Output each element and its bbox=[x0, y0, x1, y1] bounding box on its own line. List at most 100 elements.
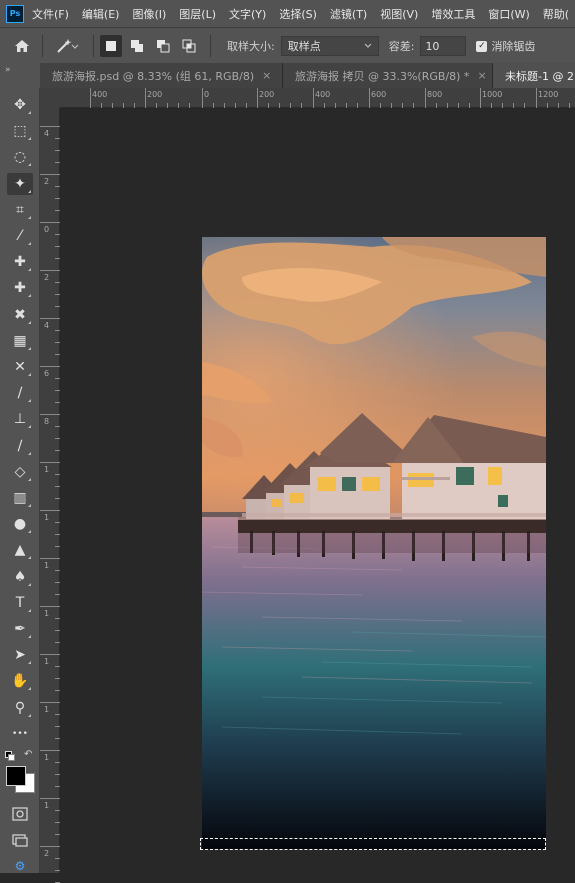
blur-tool-button[interactable]: ● bbox=[7, 513, 33, 535]
toolbar-collapse[interactable]: » bbox=[0, 63, 40, 88]
brush-tool-button[interactable]: ∕ bbox=[7, 382, 33, 404]
clone-stamp-tool-button[interactable]: ⊥ bbox=[7, 408, 33, 430]
close-icon[interactable]: × bbox=[477, 69, 486, 82]
menu-window[interactable]: 窗口(W) bbox=[488, 6, 529, 22]
antialias-checkbox[interactable]: ✓ bbox=[476, 40, 488, 52]
hand-tool-button[interactable]: ✋ bbox=[7, 670, 33, 692]
patch-tool-button[interactable]: ✖ bbox=[7, 304, 33, 326]
gradient-tool-icon: ▥ bbox=[13, 490, 27, 506]
tab-document-3[interactable]: 未标题-1 @ 27 bbox=[493, 63, 575, 88]
type-tool-button[interactable]: T bbox=[7, 592, 33, 614]
type-tool-icon: T bbox=[15, 594, 25, 611]
ruler-origin[interactable] bbox=[40, 88, 60, 108]
menu-filter[interactable]: 滤镜(T) bbox=[330, 6, 367, 22]
lasso-tool-icon: ◌ bbox=[13, 149, 27, 166]
tool-preset-picker[interactable] bbox=[49, 33, 87, 59]
tool-flyout-indicator bbox=[28, 687, 31, 691]
history-brush-tool-button[interactable]: ∕ bbox=[7, 435, 33, 457]
tool-flyout-indicator bbox=[28, 399, 31, 403]
menu-image[interactable]: 图像(I) bbox=[132, 6, 166, 22]
rect-marquee-tool-button[interactable]: ⬚ bbox=[7, 120, 33, 142]
tab-document-2[interactable]: 旅游海报 拷贝 @ 33.3%(RGB/8) * × bbox=[283, 63, 493, 88]
magic-wand-tool-button[interactable]: ✦ bbox=[7, 172, 33, 195]
photoshop-logo-icon: Ps bbox=[6, 4, 24, 23]
horizontal-ruler[interactable]: 400 200 0 200 400 600 800 1000 1200 bbox=[60, 88, 575, 108]
pen-tool-button[interactable]: ✒ bbox=[7, 618, 33, 640]
ruler-major-tick bbox=[40, 270, 60, 271]
ruler-label: 200 bbox=[147, 90, 163, 99]
ruler-label: 2 bbox=[44, 273, 50, 282]
ruler-label: 0 bbox=[204, 90, 210, 99]
menu-file[interactable]: 文件(F) bbox=[32, 6, 69, 22]
path-selection-tool-button[interactable]: ➤ bbox=[7, 644, 33, 666]
menu-layer[interactable]: 图层(L) bbox=[179, 6, 216, 22]
gradient-tool-button[interactable]: ▥ bbox=[7, 487, 33, 509]
document-canvas[interactable] bbox=[202, 237, 546, 849]
ruler-major-tick bbox=[40, 174, 60, 175]
foreground-color-swatch[interactable] bbox=[6, 766, 26, 786]
edit-toolbar-icon: ⚙ bbox=[14, 859, 26, 873]
close-icon[interactable]: × bbox=[262, 69, 271, 82]
edit-toolbar-button[interactable]: ⚙ bbox=[7, 855, 33, 877]
ruler-label: 6 bbox=[44, 369, 50, 378]
tool-flyout-indicator bbox=[28, 661, 31, 665]
screen-mode-button[interactable] bbox=[7, 829, 33, 851]
antialias-label: 消除锯齿 bbox=[491, 40, 536, 53]
zoom-tool-icon: ⚲ bbox=[14, 699, 26, 716]
subtract-from-selection-button[interactable] bbox=[152, 35, 174, 57]
menu-view[interactable]: 视图(V) bbox=[380, 6, 418, 22]
tolerance-input[interactable]: 10 bbox=[420, 36, 467, 56]
resort-photo bbox=[202, 237, 546, 849]
screen-mode-icon bbox=[12, 834, 28, 847]
ruler-major-tick bbox=[40, 654, 60, 655]
add-to-selection-button[interactable] bbox=[126, 35, 148, 57]
tool-flyout-indicator bbox=[28, 608, 31, 612]
spot-healing-tool-icon: ✚ bbox=[14, 254, 26, 271]
vertical-ruler[interactable]: 4 2 0 2 4 6 8 1 1 1 1 1 1 1 1 2 bbox=[40, 108, 60, 883]
ruler-label: 2 bbox=[44, 849, 50, 858]
tab-label: 旅游海报.psd @ 8.33% (组 61, RGB/8) bbox=[52, 69, 255, 83]
selection-marquee[interactable] bbox=[200, 838, 546, 850]
lasso-tool-button[interactable]: ◌ bbox=[7, 146, 33, 168]
blur-tool-icon: ● bbox=[13, 516, 27, 533]
tool-flyout-indicator bbox=[28, 582, 31, 586]
quick-mask-button[interactable] bbox=[7, 803, 33, 825]
eraser-tool-button[interactable]: ◇ bbox=[7, 461, 33, 483]
new-selection-button[interactable] bbox=[100, 35, 122, 57]
menu-help[interactable]: 帮助( bbox=[543, 6, 569, 22]
new-selection-icon bbox=[106, 41, 116, 51]
tab-label: 未标题-1 @ 27 bbox=[505, 69, 575, 83]
sample-size-select[interactable]: 取样点 bbox=[280, 36, 379, 56]
swap-colors-icon[interactable]: ↶ bbox=[24, 749, 32, 760]
move-tool-button[interactable]: ✥ bbox=[7, 94, 33, 116]
spot-healing-tool-button[interactable]: ✚ bbox=[7, 251, 33, 273]
tool-flyout-indicator bbox=[28, 346, 31, 350]
menu-select[interactable]: 选择(S) bbox=[279, 6, 317, 22]
crop-tool-button[interactable]: ⌗ bbox=[7, 199, 33, 221]
sharpen-tool-button[interactable]: ▲ bbox=[7, 539, 33, 561]
content-aware-move-tool-button[interactable]: ✕ bbox=[7, 356, 33, 378]
tools-panel: ↶ ⚙ ✥ ⬚ ◌ ✦ ⌗ ⁄ ✚ ✚ ✖ ▦ ✕ ∕ ⊥ ∕ ◇ ▥ ● ▲ ♠ T ✒ ➤ ✋ ⚲ ••• bbox=[0, 88, 40, 873]
healing-brush-tool-button[interactable]: ✚ bbox=[7, 277, 33, 299]
zoom-tool-button[interactable]: ⚲ bbox=[7, 697, 33, 719]
tab-document-1[interactable]: 旅游海报.psd @ 8.33% (组 61, RGB/8) × bbox=[40, 63, 283, 88]
eyedropper-tool-button[interactable]: ⁄ bbox=[7, 225, 33, 247]
dodge-tool-button[interactable]: ♠ bbox=[7, 566, 33, 588]
sample-size-label: 取样大小: bbox=[227, 40, 275, 53]
default-colors-icon[interactable] bbox=[5, 751, 15, 761]
ruler-label: 1000 bbox=[482, 90, 503, 99]
intersect-selection-button[interactable] bbox=[178, 35, 200, 57]
stamp-grid-tool-button[interactable]: ▦ bbox=[7, 330, 33, 352]
tool-flyout-indicator bbox=[28, 163, 31, 167]
magic-wand-tool-icon: ✦ bbox=[14, 175, 26, 192]
tool-flyout-indicator bbox=[28, 242, 31, 245]
menu-edit[interactable]: 编辑(E) bbox=[82, 6, 120, 22]
ruler-major-tick bbox=[40, 222, 60, 223]
home-button[interactable] bbox=[8, 32, 36, 60]
ruler-major-tick bbox=[40, 702, 60, 703]
ruler-label: 0 bbox=[44, 225, 50, 234]
more-tools-button[interactable]: ••• bbox=[7, 723, 33, 745]
menu-plugins[interactable]: 增效工具 bbox=[431, 6, 475, 22]
patch-tool-icon: ✖ bbox=[14, 306, 26, 323]
menu-type[interactable]: 文字(Y) bbox=[229, 6, 266, 22]
